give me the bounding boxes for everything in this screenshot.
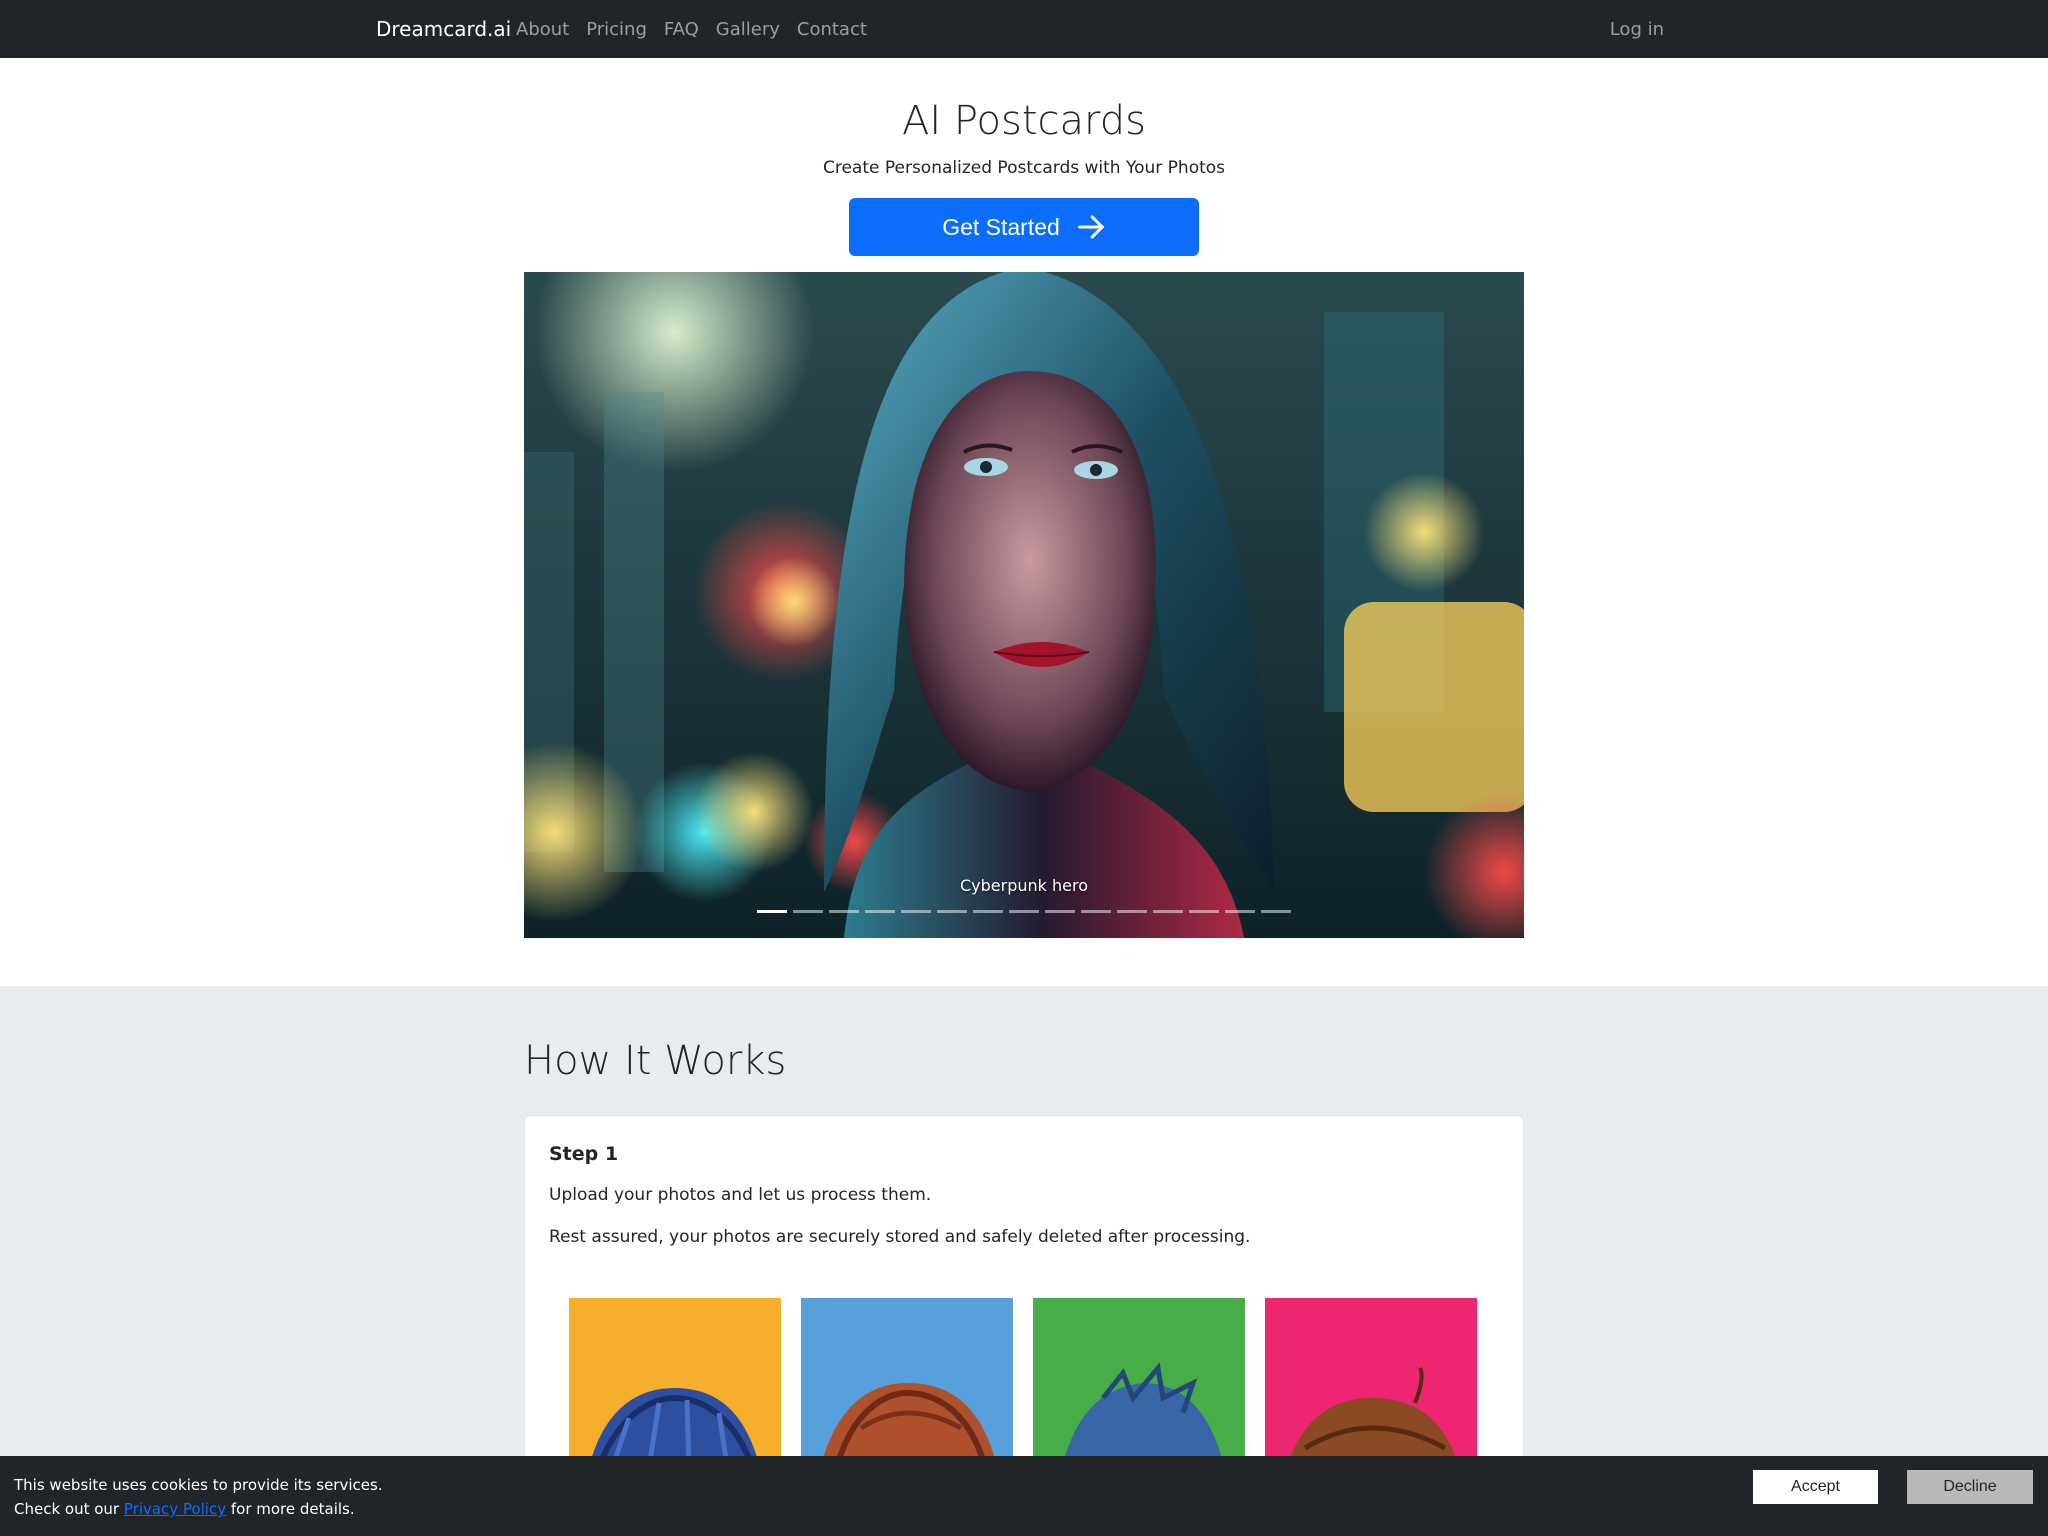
- carousel-indicator[interactable]: [973, 910, 1003, 913]
- cookie-line-2-prefix: Check out our: [14, 1500, 124, 1518]
- carousel-indicator[interactable]: [1117, 910, 1147, 913]
- cookie-line-2-suffix: for more details.: [226, 1500, 355, 1518]
- cookie-line-2: Check out our Privacy Policy for more de…: [14, 1497, 383, 1521]
- cookie-banner: This website uses cookies to provide its…: [0, 1456, 2048, 1536]
- carousel-indicator[interactable]: [937, 910, 967, 913]
- carousel-indicator[interactable]: [757, 910, 787, 913]
- carousel-caption: Cyberpunk hero: [959, 876, 1088, 895]
- nav-link-faq[interactable]: FAQ: [664, 19, 699, 40]
- carousel-indicator[interactable]: [1225, 910, 1255, 913]
- carousel-slide-image: [524, 272, 1524, 938]
- page-subtitle: Create Personalized Postcards with Your …: [822, 158, 1226, 178]
- get-started-button[interactable]: Get Started: [849, 198, 1199, 256]
- nav-link-pricing[interactable]: Pricing: [586, 19, 647, 40]
- page-title: AI Postcards: [901, 98, 1147, 144]
- step-description: Upload your photos and let us process th…: [549, 1185, 932, 1205]
- nav-link-about[interactable]: About: [516, 19, 569, 40]
- carousel-indicator[interactable]: [1009, 910, 1039, 913]
- login-link[interactable]: Log in: [1610, 19, 1664, 40]
- carousel-indicator[interactable]: [1189, 910, 1219, 913]
- decline-cookies-button[interactable]: Decline: [1907, 1470, 2033, 1504]
- carousel-indicator[interactable]: [1261, 910, 1291, 913]
- brand-link[interactable]: Dreamcard.ai: [376, 17, 511, 41]
- how-it-works-title: How It Works: [524, 1038, 787, 1084]
- image-carousel[interactable]: Cyberpunk hero: [524, 272, 1524, 938]
- carousel-indicator[interactable]: [901, 910, 931, 913]
- arrow-right-icon: [1078, 215, 1104, 239]
- carousel-indicator[interactable]: [1081, 910, 1111, 913]
- nav-link-gallery[interactable]: Gallery: [716, 19, 780, 40]
- navbar: Dreamcard.ai About Pricing FAQ Gallery C…: [0, 0, 2048, 58]
- cookie-line-1: This website uses cookies to provide its…: [14, 1476, 383, 1494]
- carousel-indicator[interactable]: [1045, 910, 1075, 913]
- nav-links: About Pricing FAQ Gallery Contact: [516, 19, 867, 40]
- get-started-label: Get Started: [942, 213, 1060, 240]
- carousel-indicators: [757, 910, 1291, 913]
- carousel-indicator[interactable]: [1153, 910, 1183, 913]
- carousel-indicator[interactable]: [829, 910, 859, 913]
- accept-cookies-button[interactable]: Accept: [1753, 1470, 1878, 1504]
- carousel-indicator[interactable]: [865, 910, 895, 913]
- privacy-policy-link[interactable]: Privacy Policy: [124, 1500, 226, 1518]
- nav-link-contact[interactable]: Contact: [797, 19, 867, 40]
- carousel-indicator[interactable]: [793, 910, 823, 913]
- step-privacy-note: Rest assured, your photos are securely s…: [549, 1227, 1251, 1247]
- step-title: Step 1: [549, 1143, 619, 1165]
- cookie-message: This website uses cookies to provide its…: [14, 1473, 383, 1521]
